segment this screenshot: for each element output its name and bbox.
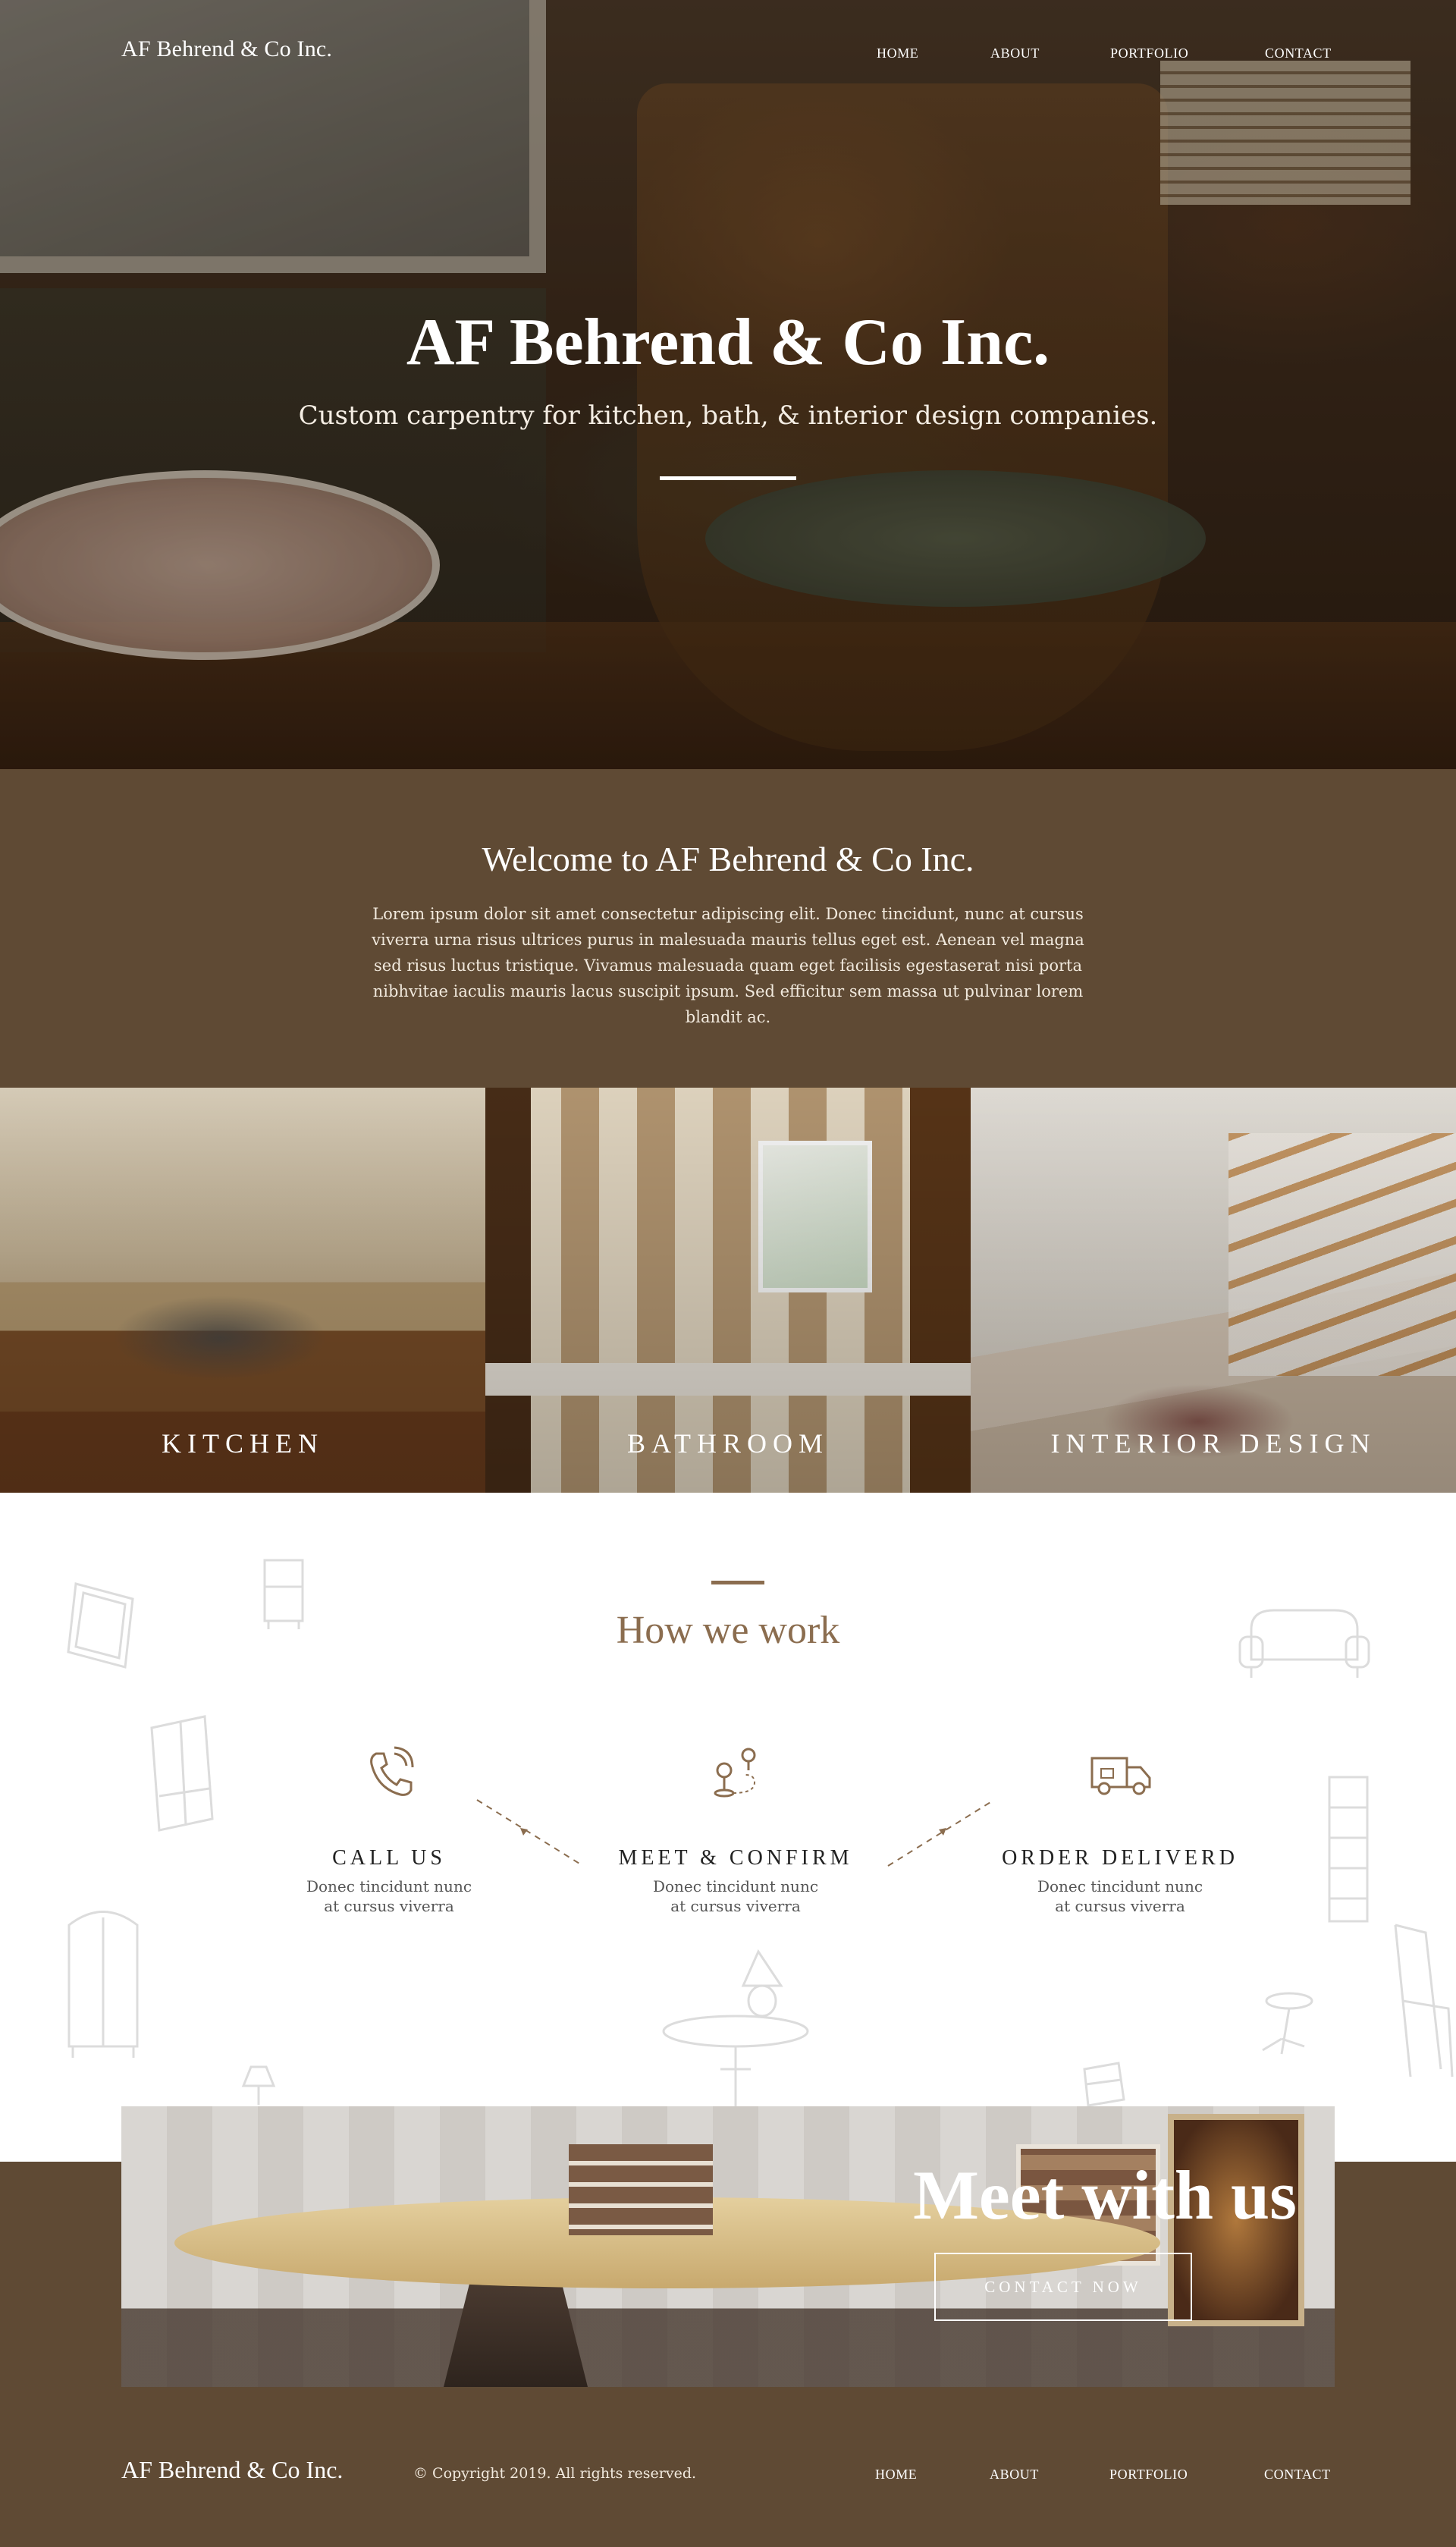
category-kitchen-label: KITCHEN xyxy=(162,1428,324,1459)
header-nav: HOME ABOUT PORTFOLIO CONTACT xyxy=(758,46,1335,65)
delivery-truck-icon xyxy=(1090,1757,1151,1795)
footer-nav-portfolio-link[interactable]: PORTFOLIO xyxy=(1109,2467,1188,2483)
categories-section: KITCHEN BATHROOM INTERIOR DESIGN xyxy=(0,1088,1456,1493)
drawer-sketch-icon xyxy=(1083,2062,1125,2107)
contact-now-button[interactable]: CONTACT NOW xyxy=(934,2253,1192,2321)
step-call-us-text-line2: at cursus viverra xyxy=(324,1897,454,1915)
chair-sketch-icon xyxy=(1394,1924,1454,2077)
welcome-title: Welcome to AF Behrend & Co Inc. xyxy=(482,840,974,878)
hero-divider xyxy=(660,476,796,480)
hero-title: AF Behrend & Co Inc. xyxy=(406,306,1050,379)
hero-section xyxy=(0,0,1456,769)
step-order-delivered-title: ORDER DELIVERD xyxy=(1002,1846,1238,1870)
small-lamp-sketch-icon xyxy=(241,2065,276,2105)
nav-portfolio-link[interactable]: PORTFOLIO xyxy=(1110,46,1188,61)
meet-with-us-banner xyxy=(121,2106,1335,2387)
cabinet-sketch-icon xyxy=(67,1911,139,2058)
header-logo[interactable]: AF Behrend & Co Inc. xyxy=(121,36,332,62)
how-we-work-divider xyxy=(711,1581,764,1584)
step-call-us-text: Donec tincidunt nunc at cursus viverra xyxy=(253,1876,526,1916)
step-call-us-text-line1: Donec tincidunt nunc xyxy=(306,1877,472,1895)
step-order-delivered-text-line2: at cursus viverra xyxy=(1055,1897,1185,1915)
step-meet-confirm-text-line2: at cursus viverra xyxy=(670,1897,801,1915)
category-bathroom[interactable]: BATHROOM xyxy=(485,1088,971,1493)
side-table-sketch-icon xyxy=(1262,1992,1313,2055)
phone-icon xyxy=(370,1746,414,1796)
footer-copyright: © Copyright 2019. All rights reserved. xyxy=(413,2465,697,2482)
step-meet-confirm-text: Donec tincidunt nunc at cursus viverra xyxy=(599,1876,872,1916)
meet-with-us-title: Meet with us xyxy=(913,2156,1297,2234)
welcome-text: Lorem ipsum dolor sit amet consectetur a… xyxy=(372,905,1084,1026)
nav-about-link[interactable]: ABOUT xyxy=(990,46,1040,61)
step-order-delivered-text: Donec tincidunt nunc at cursus viverra xyxy=(984,1876,1257,1916)
category-kitchen[interactable]: KITCHEN xyxy=(0,1088,485,1493)
footer-nav-contact-link[interactable]: CONTACT xyxy=(1264,2467,1331,2483)
step-meet-confirm-text-line1: Donec tincidunt nunc xyxy=(652,1877,819,1895)
step-meet-confirm: MEET & CONFIRM Donec tincidunt nunc at c… xyxy=(599,1743,872,1916)
location-pin-icon xyxy=(714,1748,756,1798)
banner-books-image xyxy=(569,2144,713,2235)
how-we-work-section: How we work CALL US Donec tincidunt nunc… xyxy=(0,1493,1456,2162)
how-we-work-title: How we work xyxy=(616,1609,840,1652)
footer-nav: HOME ABOUT PORTFOLIO CONTACT xyxy=(758,2467,1335,2486)
footer-nav-about-link[interactable]: ABOUT xyxy=(990,2467,1039,2483)
arrow-down-right-icon xyxy=(476,1799,584,1867)
step-order-delivered: ORDER DELIVERD Donec tincidunt nunc at c… xyxy=(984,1743,1257,1916)
wardrobe-sketch-icon xyxy=(150,1715,214,1832)
step-meet-confirm-title: MEET & CONFIRM xyxy=(618,1846,853,1870)
footer-logo[interactable]: AF Behrend & Co Inc. xyxy=(121,2456,343,2484)
nav-contact-link[interactable]: CONTACT xyxy=(1265,46,1332,61)
welcome-section: Welcome to AF Behrend & Co Inc. Lorem ip… xyxy=(0,769,1456,1088)
footer-nav-home-link[interactable]: HOME xyxy=(875,2467,917,2483)
category-interior-design[interactable]: INTERIOR DESIGN xyxy=(971,1088,1456,1493)
banner-table-leg-image xyxy=(440,2281,592,2387)
category-interior-design-label: INTERIOR DESIGN xyxy=(1050,1428,1376,1459)
nav-home-link[interactable]: HOME xyxy=(877,46,918,61)
hero-subtitle: Custom carpentry for kitchen, bath, & in… xyxy=(298,400,1158,431)
step-order-delivered-text-line1: Donec tincidunt nunc xyxy=(1037,1877,1203,1895)
hero-overlay xyxy=(0,0,1456,769)
category-bathroom-label: BATHROOM xyxy=(626,1428,830,1459)
shelf-sketch-icon xyxy=(1328,1776,1369,1923)
